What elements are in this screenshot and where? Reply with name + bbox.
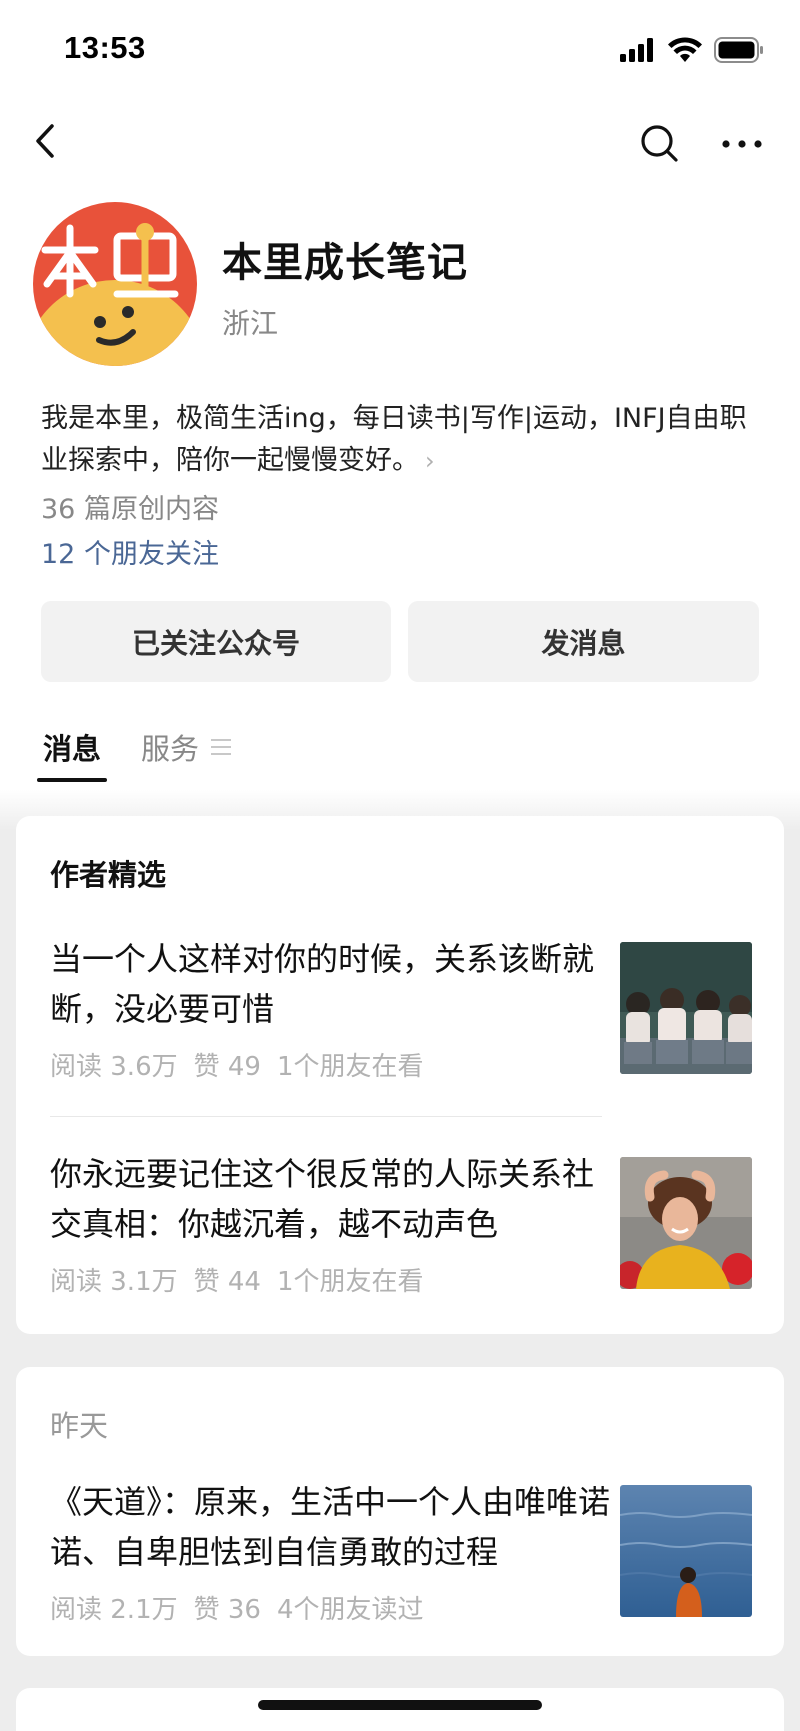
article-reads: 阅读 3.1万 xyxy=(50,1267,178,1297)
bio-text: 我是本里，极简生活ing，每日读书|写作|运动，INFJ自由职业探索中，陪你一起… xyxy=(41,403,747,476)
account-bio[interactable]: 我是本里，极简生活ing，每日读书|写作|运动，INFJ自由职业探索中，陪你一起… xyxy=(41,398,761,482)
article-meta: 阅读 2.1万赞 36 4个朋友读过 xyxy=(50,1589,440,1626)
tab-bar: 消息 服务 xyxy=(0,726,800,786)
more-button[interactable] xyxy=(718,120,766,168)
divider xyxy=(50,1116,602,1117)
original-article-count[interactable]: 36 篇原创内容 xyxy=(41,487,219,526)
battery-icon xyxy=(714,37,763,63)
avatar-logo-icon xyxy=(33,202,197,366)
home-indicator[interactable] xyxy=(258,1700,542,1710)
article-reads: 阅读 2.1万 xyxy=(50,1595,178,1625)
date-header: 昨天 xyxy=(50,1409,109,1443)
article-title: 你永远要记住这个很反常的人际关系社交真相：你越沉着，越不动声色 xyxy=(50,1155,595,1243)
search-button[interactable] xyxy=(636,120,684,168)
tab-active-indicator xyxy=(37,778,107,782)
followed-button[interactable]: 已关注公众号 xyxy=(41,601,391,682)
article-item[interactable]: 当一个人这样对你的时候，关系该断就断，没必要可惜 阅读 3.6万赞 49 1个朋友… xyxy=(50,934,756,1084)
search-icon xyxy=(641,125,678,162)
article-meta: 阅读 3.6万赞 49 1个朋友在看 xyxy=(50,1046,440,1083)
account-name: 本里成长笔记 xyxy=(222,240,468,286)
article-title: 当一个人这样对你的时候，关系该断就断，没必要可惜 xyxy=(50,940,595,1028)
wifi-icon xyxy=(668,37,702,62)
status-icons xyxy=(620,34,764,66)
article-likes: 赞 49 xyxy=(193,1052,261,1082)
friends-following-link[interactable]: 12 个朋友关注 xyxy=(41,532,219,571)
article-friends: 1个朋友在看 xyxy=(276,1052,424,1082)
article-likes: 赞 36 xyxy=(193,1595,261,1625)
article-friends: 4个朋友读过 xyxy=(276,1595,424,1625)
article-item[interactable]: 《天道》：原来，生活中一个人由唯唯诺诺、自卑胆怯到自信勇敢的过程 阅读 2.1万… xyxy=(50,1477,756,1627)
article-thumbnail xyxy=(620,1157,752,1289)
account-region: 浙江 xyxy=(222,307,279,340)
article-meta: 阅读 3.1万赞 44 1个朋友在看 xyxy=(50,1261,440,1298)
avatar[interactable] xyxy=(33,202,197,366)
article-title: 《天道》：原来，生活中一个人由唯唯诺诺、自卑胆怯到自信勇敢的过程 xyxy=(50,1483,610,1571)
tab-services[interactable]: 服务 xyxy=(141,726,232,768)
yesterday-card: 昨天 《天道》：原来，生活中一个人由唯唯诺诺、自卑胆怯到自信勇敢的过程 阅读 2… xyxy=(16,1367,784,1656)
status-time: 13:53 xyxy=(64,30,146,65)
chevron-left-icon xyxy=(36,124,54,158)
article-friends: 1个朋友在看 xyxy=(276,1267,424,1297)
back-button[interactable] xyxy=(28,120,72,164)
article-reads: 阅读 3.6万 xyxy=(50,1052,178,1082)
navbar xyxy=(0,110,800,174)
signal-icon xyxy=(620,38,653,62)
tab-messages[interactable]: 消息 xyxy=(43,726,101,768)
featured-card: 作者精选 当一个人这样对你的时候，关系该断就断，没必要可惜 阅读 3.6万赞 4… xyxy=(16,816,784,1334)
article-likes: 赞 44 xyxy=(193,1267,261,1297)
send-message-button[interactable]: 发消息 xyxy=(408,601,759,682)
article-item[interactable]: 你永远要记住这个很反常的人际关系社交真相：你越沉着，越不动声色 阅读 3.1万赞… xyxy=(50,1149,756,1299)
more-icon xyxy=(722,140,762,148)
chevron-right-icon: › xyxy=(425,447,435,475)
featured-header: 作者精选 xyxy=(50,858,167,892)
article-thumbnail xyxy=(620,1485,752,1617)
menu-icon xyxy=(211,736,232,758)
tab-services-label: 服务 xyxy=(141,732,200,766)
status-bar: 13:53 xyxy=(0,0,800,100)
article-thumbnail xyxy=(620,942,752,1074)
